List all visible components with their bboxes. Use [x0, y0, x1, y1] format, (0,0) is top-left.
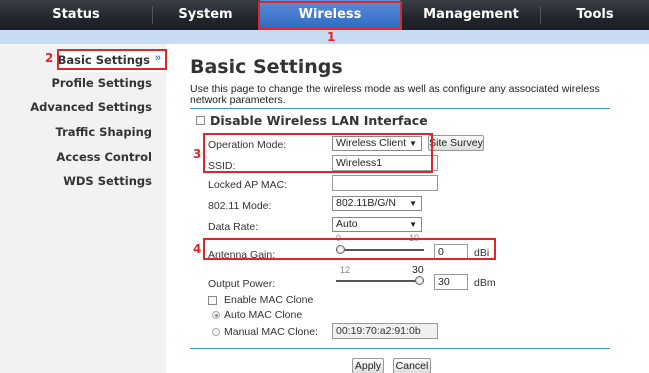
- mode-80211-label: 802.11 Mode:: [208, 200, 272, 212]
- nav-tools[interactable]: Tools: [541, 0, 649, 30]
- main-content: Basic Settings Use this page to change t…: [166, 44, 649, 373]
- sidebar: Basic Settings » Profile Settings Advanc…: [0, 44, 166, 373]
- mode-80211-value: 802.11B/G/N: [336, 197, 396, 209]
- site-survey-button[interactable]: Site Survey: [428, 135, 484, 151]
- annotation-number-2: 2: [45, 51, 54, 65]
- output-power-input[interactable]: 30: [434, 274, 468, 290]
- output-power-max: 30: [412, 264, 424, 276]
- page-description: Use this page to change the wireless mod…: [190, 83, 600, 106]
- output-power-slider-track[interactable]: [336, 280, 424, 282]
- auto-mac-clone-label: Auto MAC Clone: [224, 309, 303, 321]
- section-divider: [190, 108, 610, 109]
- annotation-box-mode-ssid: [203, 133, 433, 173]
- output-power-unit: dBm: [474, 277, 496, 289]
- data-rate-label: Data Rate:: [208, 221, 259, 233]
- output-power-label: Output Power:: [208, 278, 276, 290]
- sidebar-item-wds-settings[interactable]: WDS Settings: [63, 174, 152, 188]
- locked-ap-mac-label: Locked AP MAC:: [208, 179, 288, 191]
- annotation-box-wireless: [258, 1, 402, 30]
- data-rate-select[interactable]: Auto ▼: [332, 217, 422, 232]
- manual-mac-clone-radio[interactable]: [212, 328, 220, 336]
- locked-ap-mac-input[interactable]: [332, 175, 438, 191]
- sidebar-item-traffic-shaping[interactable]: Traffic Shaping: [56, 125, 152, 139]
- cancel-button[interactable]: Cancel: [393, 358, 431, 373]
- enable-mac-clone-label: Enable MAC Clone: [224, 294, 314, 306]
- nav-management[interactable]: Management: [402, 0, 540, 30]
- annotation-box-antenna-gain: [203, 238, 496, 260]
- sub-bar: [0, 30, 649, 44]
- annotation-number-1: 1: [327, 30, 336, 44]
- nav-status[interactable]: Status: [0, 0, 152, 30]
- footer-divider: [190, 348, 610, 349]
- auto-mac-clone-radio[interactable]: [212, 311, 220, 319]
- output-power-min: 12: [340, 265, 351, 275]
- output-power-slider-thumb[interactable]: [415, 276, 424, 285]
- dropdown-arrow-icon: ▼: [409, 220, 417, 229]
- annotation-number-3: 3: [193, 147, 202, 161]
- annotation-box-basic-settings: [57, 49, 167, 70]
- manual-mac-clone-label: Manual MAC Clone:: [224, 326, 318, 338]
- dropdown-arrow-icon: ▼: [409, 199, 417, 208]
- sidebar-item-access-control[interactable]: Access Control: [56, 150, 152, 164]
- mode-80211-select[interactable]: 802.11B/G/N ▼: [332, 196, 422, 211]
- nav-system[interactable]: System: [153, 0, 258, 30]
- sidebar-item-advanced-settings[interactable]: Advanced Settings: [30, 100, 152, 114]
- annotation-number-4: 4: [193, 242, 202, 256]
- apply-button[interactable]: Apply: [352, 358, 384, 373]
- sidebar-item-profile-settings[interactable]: Profile Settings: [51, 76, 152, 90]
- manual-mac-input[interactable]: 00:19:70:a2:91:0b: [332, 323, 438, 339]
- disable-wlan-label: Disable Wireless LAN Interface: [210, 113, 428, 128]
- enable-mac-clone-checkbox[interactable]: [208, 296, 217, 305]
- disable-wlan-checkbox[interactable]: [196, 116, 205, 125]
- data-rate-value: Auto: [336, 218, 358, 230]
- page-title: Basic Settings: [190, 56, 343, 78]
